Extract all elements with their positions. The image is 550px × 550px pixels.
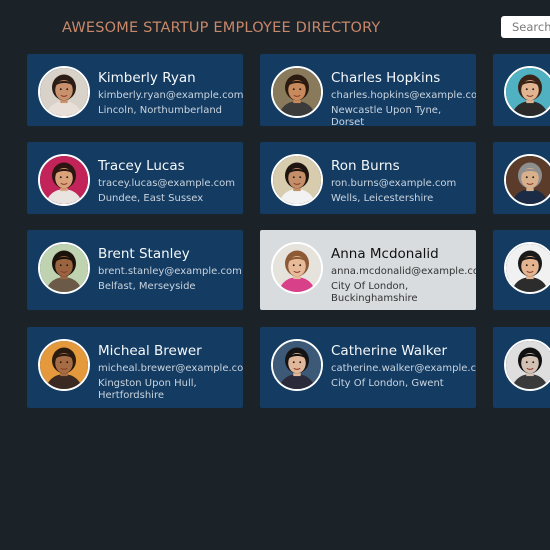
employee-card[interactable]: Ron Burns ron.burns@example.com Wells, L… <box>260 142 476 214</box>
employee-avatar <box>504 66 550 118</box>
employee-avatar <box>271 154 323 206</box>
employee-card[interactable]: Kimberly Ryan kimberly.ryan@example.com … <box>27 54 243 126</box>
employee-info: Micheal Brewer micheal.brewer@example.co… <box>98 343 243 403</box>
employee-card[interactable]: Anna Mcdonalid anna.mcdonalid@example.co… <box>260 230 476 310</box>
employee-name: Anna Mcdonalid <box>331 246 439 262</box>
employee-avatar <box>271 339 323 391</box>
employee-avatar <box>38 154 90 206</box>
employee-info: Anna Mcdonalid anna.mcdonalid@example.co… <box>331 246 476 306</box>
employee-card[interactable]: Brent Stanley brent.stanley@example.com … <box>27 230 243 310</box>
employee-email: brent.stanley@example.com <box>98 266 242 277</box>
employee-avatar <box>504 154 550 206</box>
employee-email: anna.mcdonalid@example.com <box>331 266 476 277</box>
employee-avatar <box>38 339 90 391</box>
employee-name: Kimberly Ryan <box>98 70 196 86</box>
employee-avatar <box>271 66 323 118</box>
employee-card[interactable] <box>493 230 550 310</box>
search-input[interactable] <box>501 16 550 38</box>
employee-info: Charles Hopkins charles.hopkins@example.… <box>331 70 476 127</box>
employee-email: kimberly.ryan@example.com <box>98 90 243 101</box>
employee-info: Ron Burns ron.burns@example.com Wells, L… <box>331 158 470 205</box>
employee-email: charles.hopkins@example.com <box>331 90 476 101</box>
employee-location: Lincoln, Northumberland <box>98 104 223 116</box>
employee-email: catherine.walker@example.com <box>331 363 476 374</box>
employee-card[interactable]: Micheal Brewer micheal.brewer@example.co… <box>27 327 243 408</box>
employee-card[interactable]: Catherine Walker catherine.walker@exampl… <box>260 327 476 408</box>
employee-info: Brent Stanley brent.stanley@example.com … <box>98 246 242 293</box>
employee-avatar <box>38 242 90 294</box>
employee-name: Catherine Walker <box>331 343 448 359</box>
employee-name: Tracey Lucas <box>98 158 185 174</box>
employee-location: City Of London, Gwent <box>331 377 444 389</box>
employee-card[interactable] <box>493 327 550 408</box>
employee-name: Micheal Brewer <box>98 343 202 359</box>
employee-card[interactable]: Charles Hopkins charles.hopkins@example.… <box>260 54 476 126</box>
employee-info: Tracey Lucas tracey.lucas@example.com Du… <box>98 158 237 205</box>
employee-info: Kimberly Ryan kimberly.ryan@example.com … <box>98 70 243 117</box>
employee-location: Belfast, Merseyside <box>98 280 196 292</box>
employee-email: tracey.lucas@example.com <box>98 178 236 189</box>
employee-avatar <box>504 242 550 294</box>
employee-card[interactable] <box>493 54 550 126</box>
employee-avatar <box>38 66 90 118</box>
employee-location: Dundee, East Sussex <box>98 192 204 204</box>
employee-email: micheal.brewer@example.com <box>98 363 243 374</box>
employee-location: Kingston Upon Hull, Hertfordshire <box>98 377 197 402</box>
employee-name: Ron Burns <box>331 158 400 174</box>
employee-directory-page: AWESOME STARTUP EMPLOYEE DIRECTORY Kimbe… <box>0 0 550 550</box>
employee-avatar <box>271 242 323 294</box>
page-title: AWESOME STARTUP EMPLOYEE DIRECTORY <box>62 20 381 36</box>
employee-location: City Of London, Buckinghamshire <box>331 280 418 305</box>
employee-card[interactable] <box>493 142 550 214</box>
employee-name: Brent Stanley <box>98 246 190 262</box>
employee-avatar <box>504 339 550 391</box>
employee-card[interactable]: Tracey Lucas tracey.lucas@example.com Du… <box>27 142 243 214</box>
employee-name: Charles Hopkins <box>331 70 441 86</box>
employee-location: Newcastle Upon Tyne, Dorset <box>331 104 442 127</box>
employee-email: ron.burns@example.com <box>331 178 457 189</box>
employee-info: Catherine Walker catherine.walker@exampl… <box>331 343 476 390</box>
employee-location: Wells, Leicestershire <box>331 192 434 204</box>
